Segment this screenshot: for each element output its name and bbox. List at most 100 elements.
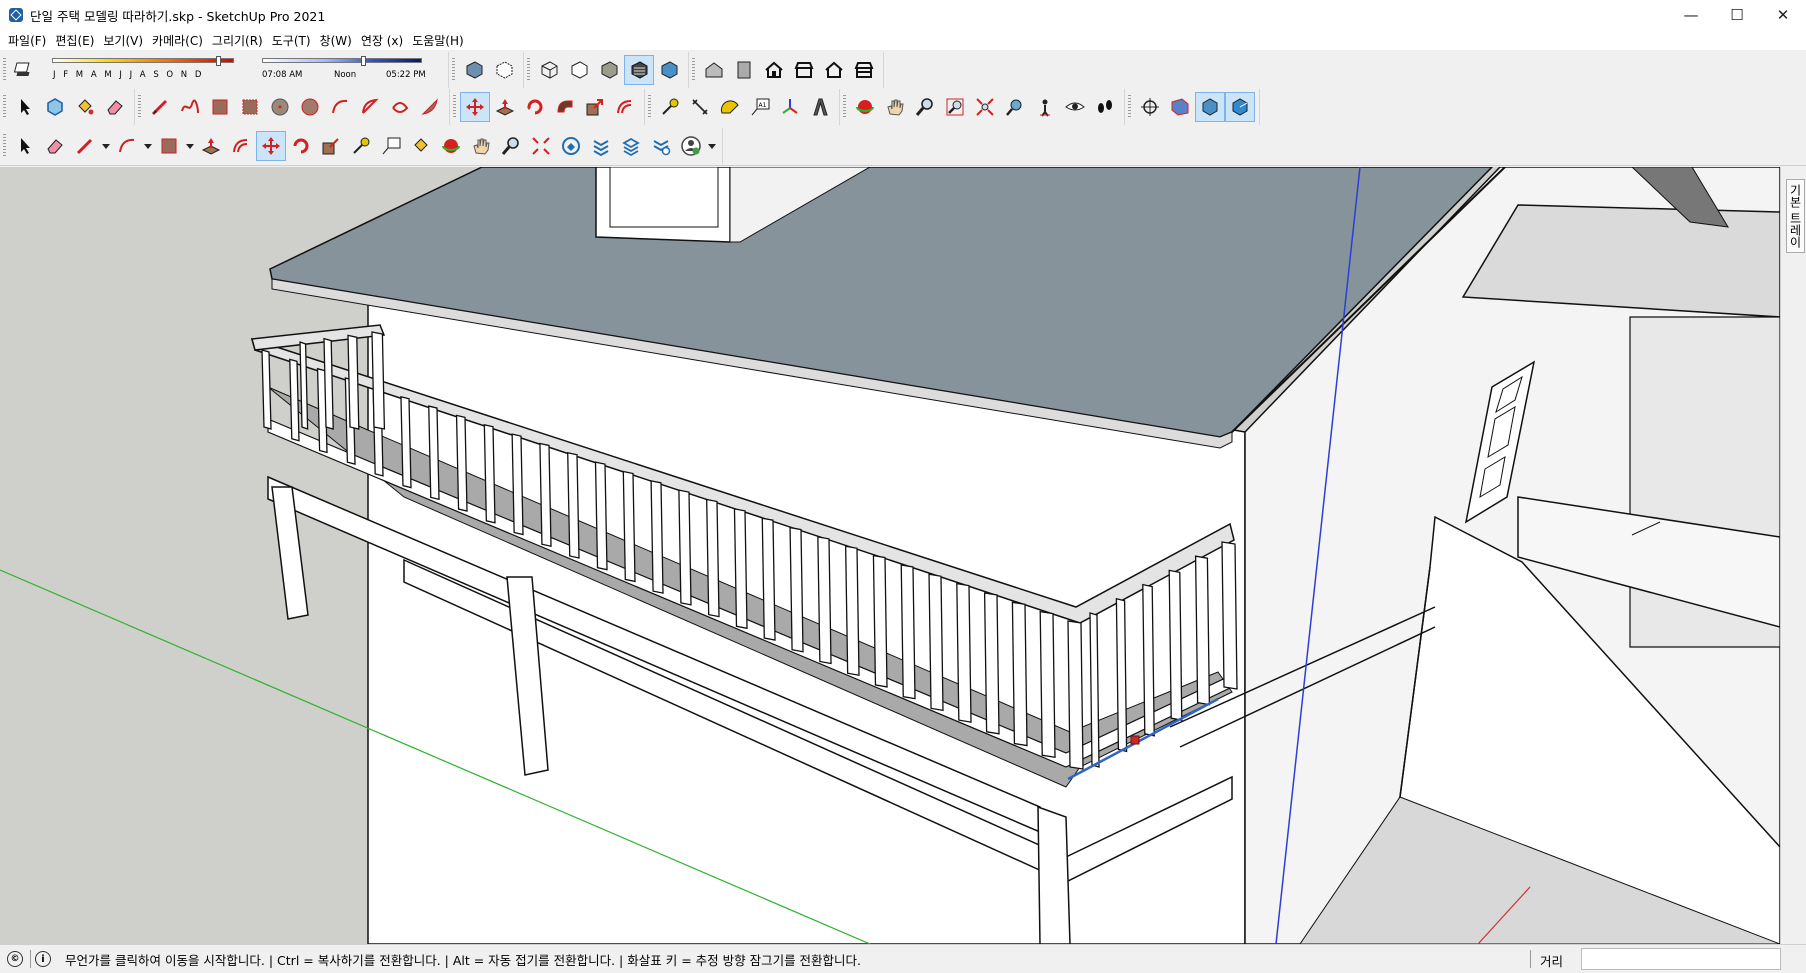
menu-draw[interactable]: 그리기(R) [210, 32, 270, 49]
wireframe-button[interactable] [534, 55, 564, 85]
menu-extensions[interactable]: 연장 (x) [359, 32, 410, 49]
minimize-button[interactable]: — [1668, 0, 1714, 30]
freehand-tool-button[interactable] [175, 92, 205, 122]
front-view-button[interactable] [759, 55, 789, 85]
display-section-fill-button[interactable] [1225, 92, 1255, 122]
shaded-with-textures-button[interactable] [624, 55, 654, 85]
push-pull-button[interactable] [490, 92, 520, 122]
time-slider[interactable] [262, 58, 422, 63]
model-viewport[interactable] [0, 167, 1780, 944]
rotate-tool-button[interactable] [520, 92, 550, 122]
make-component-button[interactable] [40, 92, 70, 122]
text-tool-button[interactable]: A1 [745, 92, 775, 122]
paint-bucket-button-small[interactable] [406, 131, 436, 161]
hidden-line-button[interactable] [564, 55, 594, 85]
axes-tool-button[interactable] [775, 92, 805, 122]
xray-button[interactable] [459, 55, 489, 85]
tape-measure-button[interactable] [655, 92, 685, 122]
two-point-arc-button[interactable] [355, 92, 385, 122]
shapes-tools-dropdown[interactable] [184, 131, 196, 161]
arc-tool-button[interactable] [325, 92, 355, 122]
maximize-button[interactable]: ☐ [1714, 0, 1760, 30]
line-tool-button[interactable] [145, 92, 175, 122]
pie-tool-button[interactable] [415, 92, 445, 122]
rectangle-tool-button[interactable] [205, 92, 235, 122]
menu-view[interactable]: 보기(V) [101, 32, 150, 49]
monochrome-button[interactable] [654, 55, 684, 85]
orbit-button[interactable] [850, 92, 880, 122]
menu-file[interactable]: 파일(F) [6, 32, 53, 49]
account-dropdown[interactable] [706, 131, 718, 161]
3d-warehouse-button[interactable] [556, 131, 586, 161]
move-tool-button[interactable] [460, 92, 490, 122]
left-view-button[interactable] [849, 55, 879, 85]
circle-tool-button[interactable] [265, 92, 295, 122]
protractor-button[interactable] [715, 92, 745, 122]
look-around-button[interactable] [1060, 92, 1090, 122]
date-slider-handle[interactable] [215, 56, 221, 66]
back-edges-button[interactable] [489, 55, 519, 85]
eraser-button-small[interactable] [40, 131, 70, 161]
paint-bucket-button[interactable] [70, 92, 100, 122]
menu-window[interactable]: 창(W) [318, 32, 359, 49]
menu-tools[interactable]: 도구(T) [270, 32, 318, 49]
display-section-cuts-button[interactable] [1195, 92, 1225, 122]
zoom-button[interactable] [910, 92, 940, 122]
tape-measure-button-small[interactable] [346, 131, 376, 161]
3d-text-button[interactable] [805, 92, 835, 122]
iso-view-button[interactable] [699, 55, 729, 85]
polygon-tool-button[interactable] [295, 92, 325, 122]
zoom-extents-button[interactable] [970, 92, 1000, 122]
time-slider-handle[interactable] [361, 56, 367, 66]
arc-tools-dropdown[interactable] [142, 131, 154, 161]
menu-camera[interactable]: 카메라(C) [150, 32, 210, 49]
zoom-window-button[interactable] [940, 92, 970, 122]
dimension-button[interactable] [685, 92, 715, 122]
shaded-button[interactable] [594, 55, 624, 85]
orbit-button-small[interactable] [436, 131, 466, 161]
rotate-tool-button-small[interactable] [286, 131, 316, 161]
follow-me-button[interactable] [550, 92, 580, 122]
rotated-rectangle-button[interactable] [235, 92, 265, 122]
zoom-extents-button-small[interactable] [526, 131, 556, 161]
shapes-tool-button-small[interactable] [154, 131, 184, 161]
position-camera-button[interactable] [1030, 92, 1060, 122]
select-tool-button[interactable] [10, 92, 40, 122]
scale-tool-button[interactable] [580, 92, 610, 122]
menu-help[interactable]: 도움말(H) [410, 32, 471, 49]
move-inference-point[interactable] [1130, 735, 1140, 745]
offset-tool-button-small[interactable] [226, 131, 256, 161]
push-pull-button-small[interactable] [196, 131, 226, 161]
pan-button[interactable] [880, 92, 910, 122]
walk-button[interactable] [1090, 92, 1120, 122]
arc-tool-button-small[interactable] [112, 131, 142, 161]
previous-view-button[interactable] [1000, 92, 1030, 122]
shadow-settings-button[interactable] [10, 55, 40, 85]
layout-button[interactable] [616, 131, 646, 161]
eraser-button[interactable] [100, 92, 130, 122]
menu-edit[interactable]: 편집(E) [53, 32, 101, 49]
move-tool-button-small[interactable] [256, 131, 286, 161]
scale-tool-button-small[interactable] [316, 131, 346, 161]
top-view-button[interactable] [729, 55, 759, 85]
zoom-button-small[interactable] [496, 131, 526, 161]
select-tool-button-small[interactable] [10, 131, 40, 161]
extension-warehouse-button[interactable] [586, 131, 616, 161]
measurements-input[interactable] [1581, 948, 1781, 970]
extension-manager-button[interactable] [646, 131, 676, 161]
display-section-planes-button[interactable] [1165, 92, 1195, 122]
line-tool-button-small[interactable] [70, 131, 100, 161]
account-button[interactable] [676, 131, 706, 161]
pan-button-small[interactable] [466, 131, 496, 161]
geolocation-icon[interactable]: © [7, 951, 23, 967]
date-slider[interactable] [52, 58, 234, 63]
text-tool-button-small[interactable] [376, 131, 406, 161]
close-button[interactable]: ✕ [1760, 0, 1806, 30]
sketchup-app-icon[interactable] [9, 8, 23, 22]
default-tray-label[interactable]: 기본 트레이 [1786, 179, 1805, 253]
default-tray-tab[interactable]: 기본 트레이 [1780, 167, 1806, 944]
section-plane-button[interactable] [1135, 92, 1165, 122]
right-view-button[interactable] [789, 55, 819, 85]
offset-tool-button[interactable] [610, 92, 640, 122]
line-tools-dropdown[interactable] [100, 131, 112, 161]
